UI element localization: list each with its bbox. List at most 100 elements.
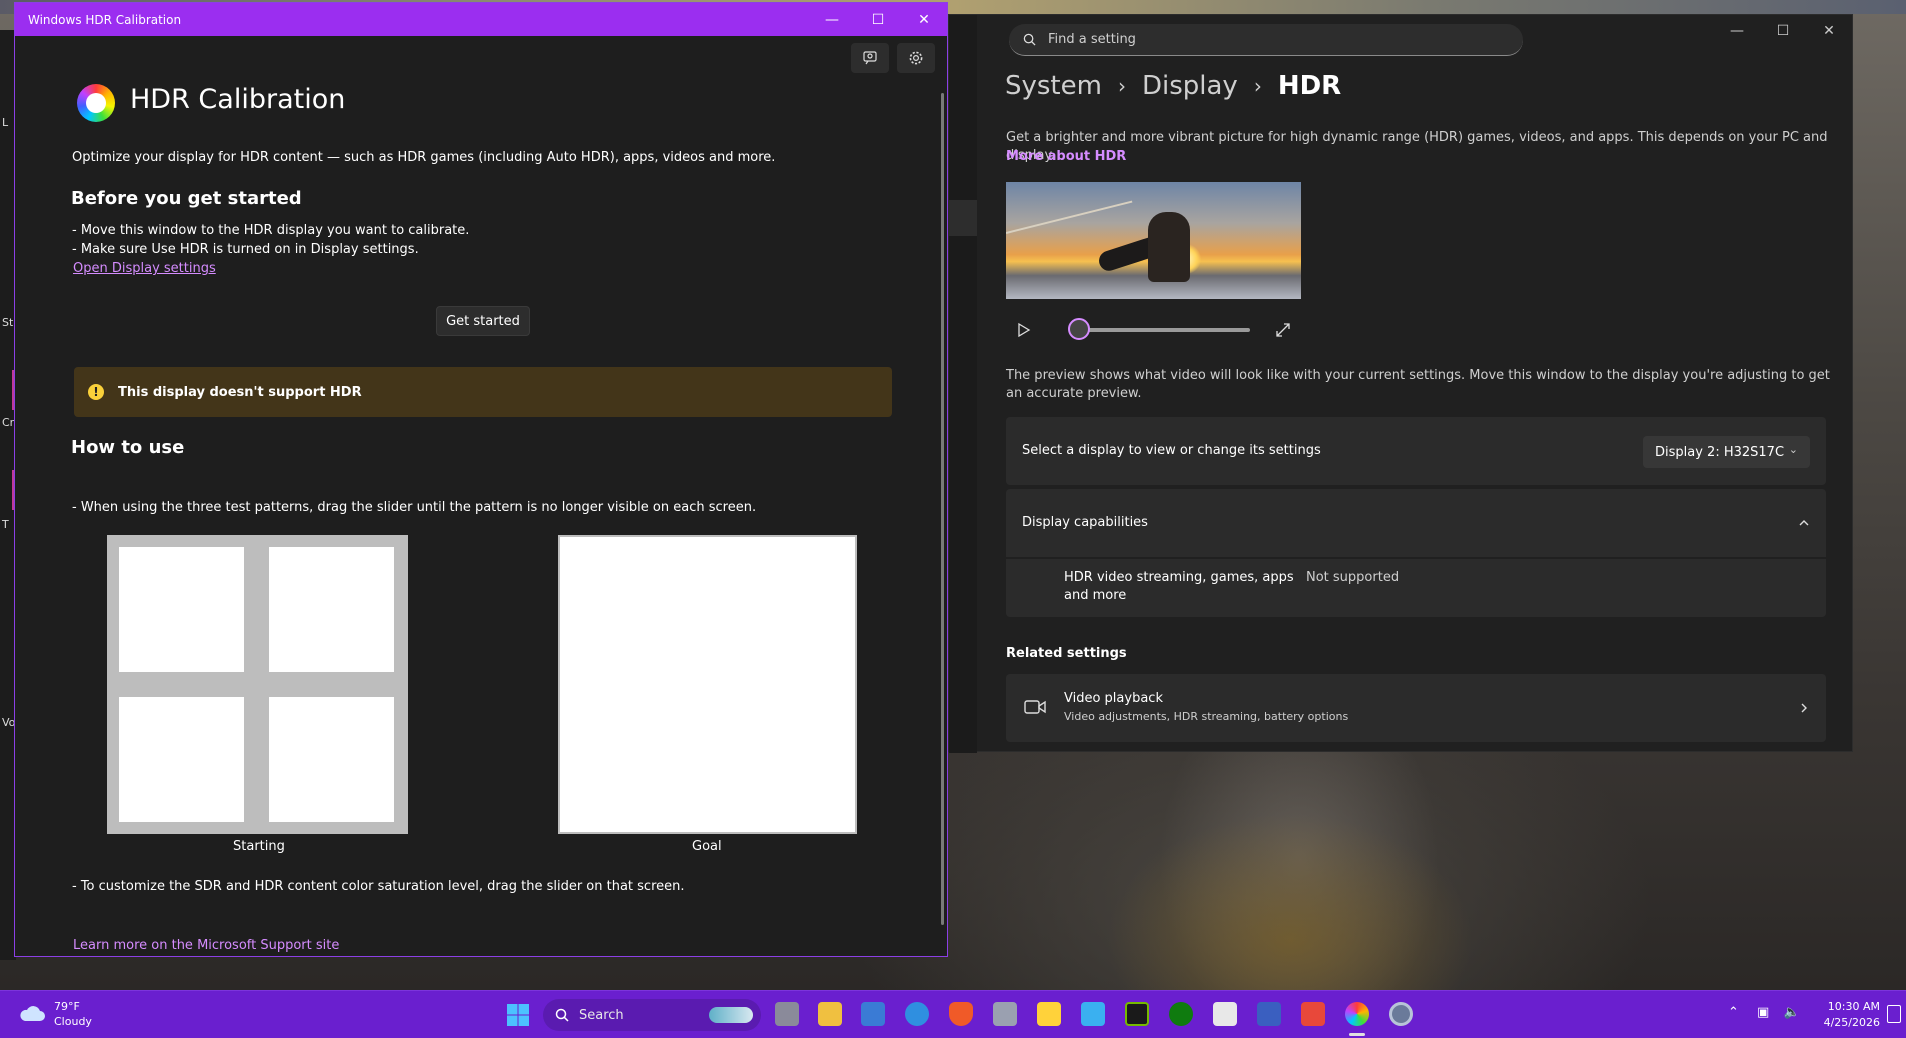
minimize-button[interactable]: — [809,3,855,36]
outlook-icon[interactable] [905,1002,929,1026]
network-icon[interactable]: ▣ [1757,1005,1769,1020]
settings-window-controls: — ☐ ✕ [1714,15,1852,47]
play-icon[interactable] [1016,322,1032,338]
more-about-hdr-link[interactable]: More about HDR [1006,149,1126,164]
breadcrumb-hdr: HDR [1277,71,1342,101]
chevron-right-icon [1801,703,1807,713]
notepad-icon[interactable] [1081,1002,1105,1026]
taskbar-search-label: Search [579,1007,624,1023]
select-display-label: Select a display to view or change its s… [1022,443,1321,458]
search-highlight-icon [709,1007,753,1023]
pattern-square [119,697,244,822]
select-display-card: Select a display to view or change its s… [1006,417,1826,485]
display-dropdown[interactable]: Display 2: H32S17C ⌄ [1643,436,1810,468]
close-button[interactable]: ✕ [901,3,947,36]
calibration-titlebar[interactable]: Windows HDR Calibration — ☐ ✕ [15,3,947,36]
display-capabilities-body: HDR video streaming, games, apps and mor… [1006,559,1826,617]
start-button[interactable] [506,1003,530,1031]
task-view-icon[interactable] [775,1002,799,1026]
weather-temperature: 79°F [54,1000,80,1013]
microsoft-store-icon[interactable] [861,1002,885,1026]
step-text: - Move this window to the HDR display yo… [72,223,470,238]
nav-selected-item[interactable] [949,200,977,236]
goal-label: Goal [692,839,722,854]
starting-pattern [107,535,408,834]
before-heading: Before you get started [71,188,302,209]
peek-text: T [2,518,9,531]
hdr-warning-banner: ! This display doesn't support HDR [74,367,892,417]
xbox-icon[interactable] [1169,1002,1193,1026]
cloud-icon [20,1006,45,1021]
goal-pattern [558,535,857,834]
taskbar-search[interactable]: Search [543,999,761,1031]
intro-text: Optimize your display for HDR content — … [72,150,776,165]
file-explorer-icon[interactable] [818,1002,842,1026]
preview-rail [1006,200,1133,234]
chevron-right-icon: › [1117,74,1126,98]
warning-icon: ! [88,384,104,400]
hdr-calibration-window: Windows HDR Calibration — ☐ ✕ HDR Calibr… [14,2,948,957]
hdr-calibration-taskbar-icon[interactable] [1345,1002,1369,1026]
chevron-right-icon: › [1253,74,1262,98]
settings-window: — ☐ ✕ System › Display › HDR Get a brigh… [948,14,1853,753]
window-controls: — ☐ ✕ [809,3,947,36]
sticky-notes-icon[interactable] [1037,1002,1061,1026]
maximize-button[interactable]: ☐ [1760,15,1806,47]
settings-taskbar-icon[interactable] [1389,1002,1413,1026]
calibration-content: HDR Calibration Optimize your display fo… [15,36,945,956]
breadcrumb: System › Display › HDR [1005,71,1341,101]
brave-nightly-icon[interactable] [1301,1002,1325,1026]
windows-logo-icon [507,1004,529,1026]
nvidia-icon[interactable] [1125,1002,1149,1026]
clock-time: 10:30 AM [1827,1000,1880,1013]
weather-condition: Cloudy [54,1015,92,1028]
display-capabilities-header[interactable]: Display capabilities [1006,489,1826,557]
brave-browser-icon[interactable] [949,1002,973,1026]
search-input[interactable] [1048,32,1488,47]
clock[interactable]: 10:30 AM 4/25/2026 [1820,999,1880,1031]
window-title: Windows HDR Calibration [28,12,182,27]
msi-app-icon[interactable] [1257,1002,1281,1026]
app-title: HDR Calibration [130,84,346,115]
how-to-heading: How to use [71,437,185,458]
notification-icon[interactable] [1887,1005,1901,1023]
clock-date: 4/25/2026 [1823,1016,1880,1029]
preview-person [1148,212,1190,282]
chevron-up-icon[interactable]: ⌃ [1728,1005,1739,1020]
video-playback-subtitle: Video adjustments, HDR streaming, batter… [1064,710,1349,723]
video-playback-title: Video playback [1064,691,1163,706]
close-button[interactable]: ✕ [1806,15,1852,47]
video-playback-card[interactable]: Video playback Video adjustments, HDR st… [1006,674,1826,742]
pattern-square [119,547,244,672]
calculator-icon[interactable] [993,1002,1017,1026]
fullscreen-icon[interactable] [1275,322,1291,338]
hdr-description: Get a brighter and more vibrant picture … [1006,130,1828,163]
settings-search-box[interactable] [1009,24,1523,56]
saturation-text: - To customize the SDR and HDR content c… [72,879,685,894]
solitaire-icon[interactable] [1213,1002,1237,1026]
breadcrumb-system[interactable]: System [1005,71,1102,101]
taskbar: 79°F Cloudy Search ⌃ ▣ 🔈 10:30 AM 4/25/2… [0,990,1906,1038]
display-dropdown-value: Display 2: H32S17C [1655,444,1785,460]
preview-note: The preview shows what video will look l… [1006,368,1830,401]
peek-text: L [2,116,9,129]
chevron-down-icon: ⌄ [1788,443,1798,456]
peek-text: Cr [2,416,15,429]
open-display-settings-link[interactable]: Open Display settings [73,261,216,276]
maximize-button[interactable]: ☐ [855,3,901,36]
video-progress-track[interactable] [1074,328,1250,332]
pattern-square [269,547,394,672]
warning-text: This display doesn't support HDR [118,384,362,400]
system-tray: ⌃ ▣ 🔈 [1728,1005,1800,1020]
step-text: - Make sure Use HDR is turned on in Disp… [72,242,419,257]
hdr-calibration-logo-icon [77,84,115,122]
related-settings-heading: Related settings [1006,646,1127,661]
volume-icon[interactable]: 🔈 [1783,1005,1799,1020]
weather-widget[interactable]: 79°F Cloudy [18,999,92,1029]
learn-more-link[interactable]: Learn more on the Microsoft Support site [73,938,339,953]
get-started-button[interactable]: Get started [436,306,530,336]
how-to-text: - When using the three test patterns, dr… [72,500,757,515]
video-progress-thumb[interactable] [1068,318,1090,340]
breadcrumb-display[interactable]: Display [1142,71,1238,101]
minimize-button[interactable]: — [1714,15,1760,47]
